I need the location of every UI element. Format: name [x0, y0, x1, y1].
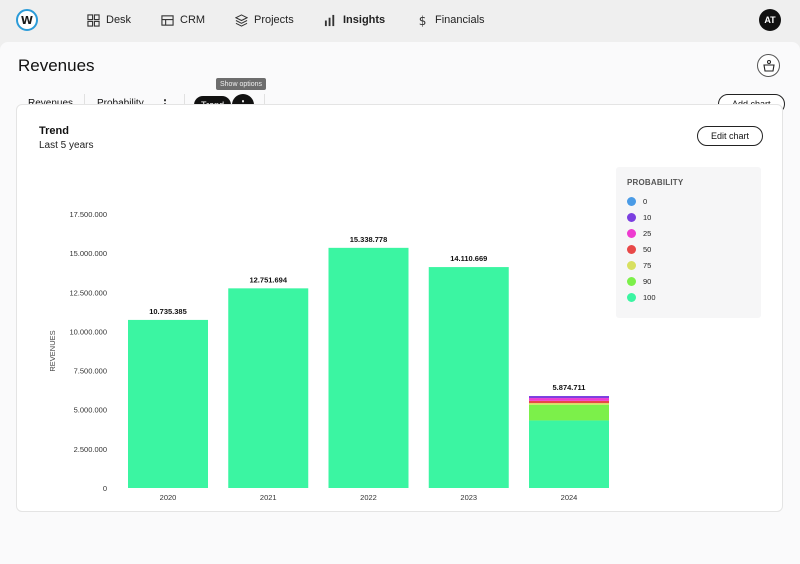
nav-label: Insights [343, 14, 386, 26]
nav-item-insights[interactable]: Insights [324, 12, 385, 28]
legend-item[interactable]: 25 [627, 228, 651, 239]
y-tick-label: 17.500.000 [69, 210, 107, 219]
y-tick-label: 7.500.000 [74, 367, 107, 376]
nav-item-projects[interactable]: Projects [235, 12, 294, 28]
nav-item-crm[interactable]: CRM [161, 12, 205, 28]
legend-swatch [627, 229, 636, 238]
chart-card: Trend Last 5 years Edit chart 0 2.500.000… [16, 104, 783, 512]
legend-item[interactable]: 100 [627, 292, 656, 303]
legend-label: 25 [643, 229, 652, 238]
nav-label: CRM [180, 14, 206, 26]
legend-swatch [627, 245, 636, 254]
bar-segment [529, 403, 609, 405]
x-tick-label: 2021 [260, 493, 277, 502]
legend-label: 50 [643, 245, 652, 254]
y-axis-label: REVENUES [48, 330, 57, 371]
legend-item[interactable]: 50 [627, 244, 651, 255]
legend-label: 100 [643, 293, 656, 302]
pot-button[interactable] [757, 54, 780, 77]
legend-label: 75 [643, 261, 652, 270]
page-title: Revenues [18, 56, 95, 75]
bar-segment [328, 247, 409, 488]
bar-total-label: 14.110.669 [450, 254, 487, 263]
legend-title: PROBABILITY [627, 178, 684, 187]
layers-icon [235, 13, 248, 27]
legend-label: 90 [643, 277, 652, 286]
bar-segment [529, 400, 609, 404]
y-tick-label: 15.000.000 [69, 249, 107, 258]
y-tick-label: 2.500.000 [74, 445, 107, 454]
bar-segment [529, 398, 609, 401]
y-tick-label: 0 [103, 484, 107, 493]
x-tick-label: 2023 [460, 493, 477, 502]
bar-segment [529, 396, 609, 399]
legend-label: 0 [643, 197, 648, 206]
bar-total-label: 5.874.711 [553, 383, 586, 392]
bar-segment [228, 288, 309, 488]
legend-swatch [627, 261, 636, 270]
bar-total-label: 10.735.385 [149, 307, 187, 316]
nav-item-desk[interactable]: Desk [87, 12, 131, 28]
legend-swatch [627, 213, 636, 222]
x-tick-label: 2022 [360, 493, 377, 502]
top-navigation: W Desk CRM Projects Insights $ Financial… [0, 0, 800, 40]
legend-item[interactable]: 0 [627, 196, 647, 207]
table-icon [161, 14, 174, 26]
tooltip: Show options [216, 78, 267, 90]
bar-total-label: 15.338.778 [350, 235, 388, 244]
dollar-icon: $ [419, 14, 427, 27]
svg-text:$: $ [419, 14, 427, 27]
legend-label: 10 [643, 213, 652, 222]
bar-total-label: 12.751.694 [249, 275, 287, 284]
user-avatar[interactable]: AT [759, 9, 781, 31]
bar-segment [529, 420, 609, 488]
bar-segment [529, 404, 609, 421]
legend-swatch [627, 277, 636, 286]
bar-segment [128, 319, 208, 488]
legend-swatch [627, 293, 636, 302]
chart-legend: PROBABILITY 0 10 25 50 75 90 100 [616, 167, 761, 318]
app-logo[interactable]: W [16, 9, 38, 31]
pot-icon [762, 59, 775, 72]
nav-label: Financials [435, 14, 485, 26]
y-tick-label: 12.500.000 [69, 288, 107, 297]
legend-item[interactable]: 10 [627, 212, 651, 223]
logo-letter: W [20, 13, 34, 27]
nav-label: Projects [254, 14, 294, 26]
y-tick-label: 10.000.000 [69, 327, 107, 336]
legend-swatch [627, 197, 636, 206]
bar-segment [428, 267, 509, 488]
grid-icon [87, 13, 100, 27]
x-tick-label: 2024 [561, 493, 578, 502]
bar-chart-icon [324, 14, 335, 26]
nav-item-financials[interactable]: $ Financials [416, 12, 485, 28]
legend-item[interactable]: 90 [627, 276, 651, 287]
nav-label: Desk [106, 14, 132, 26]
x-tick-label: 2020 [160, 493, 177, 502]
legend-item[interactable]: 75 [627, 260, 651, 271]
y-tick-label: 5.000.000 [74, 406, 107, 415]
